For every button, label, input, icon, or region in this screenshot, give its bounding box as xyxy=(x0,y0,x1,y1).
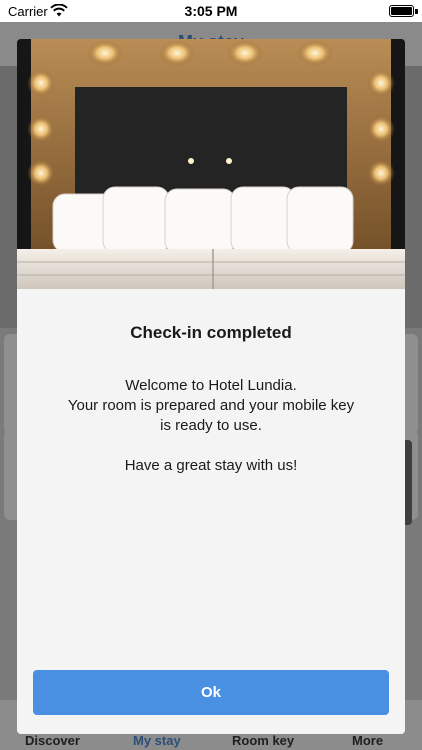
status-bar: Carrier 3:05 PM xyxy=(0,0,422,22)
message-line: Your room is prepared and your mobile ke… xyxy=(67,397,355,414)
ok-button[interactable]: Ok xyxy=(33,670,389,715)
tab-my-stay[interactable]: My stay xyxy=(133,733,181,748)
tab-room-key[interactable]: Room key xyxy=(232,733,294,748)
message-line: is ready to use. xyxy=(160,417,262,434)
tab-discover[interactable]: Discover xyxy=(25,733,80,748)
battery-tip xyxy=(415,9,418,14)
tab-more[interactable]: More xyxy=(352,733,383,748)
message-line: Welcome to Hotel Lundia. xyxy=(125,377,297,394)
battery-icon xyxy=(389,5,414,17)
status-time: 3:05 PM xyxy=(184,3,238,19)
closing-line: Have a great stay with us! xyxy=(124,457,298,474)
modal-title: Check-in completed xyxy=(130,323,292,342)
modal-message: Welcome to Hotel Lundia. Your room is pr… xyxy=(17,376,405,476)
checkin-modal: Check-in completed Welcome to Hotel Lund… xyxy=(17,39,405,734)
hotel-room-image xyxy=(17,39,405,289)
